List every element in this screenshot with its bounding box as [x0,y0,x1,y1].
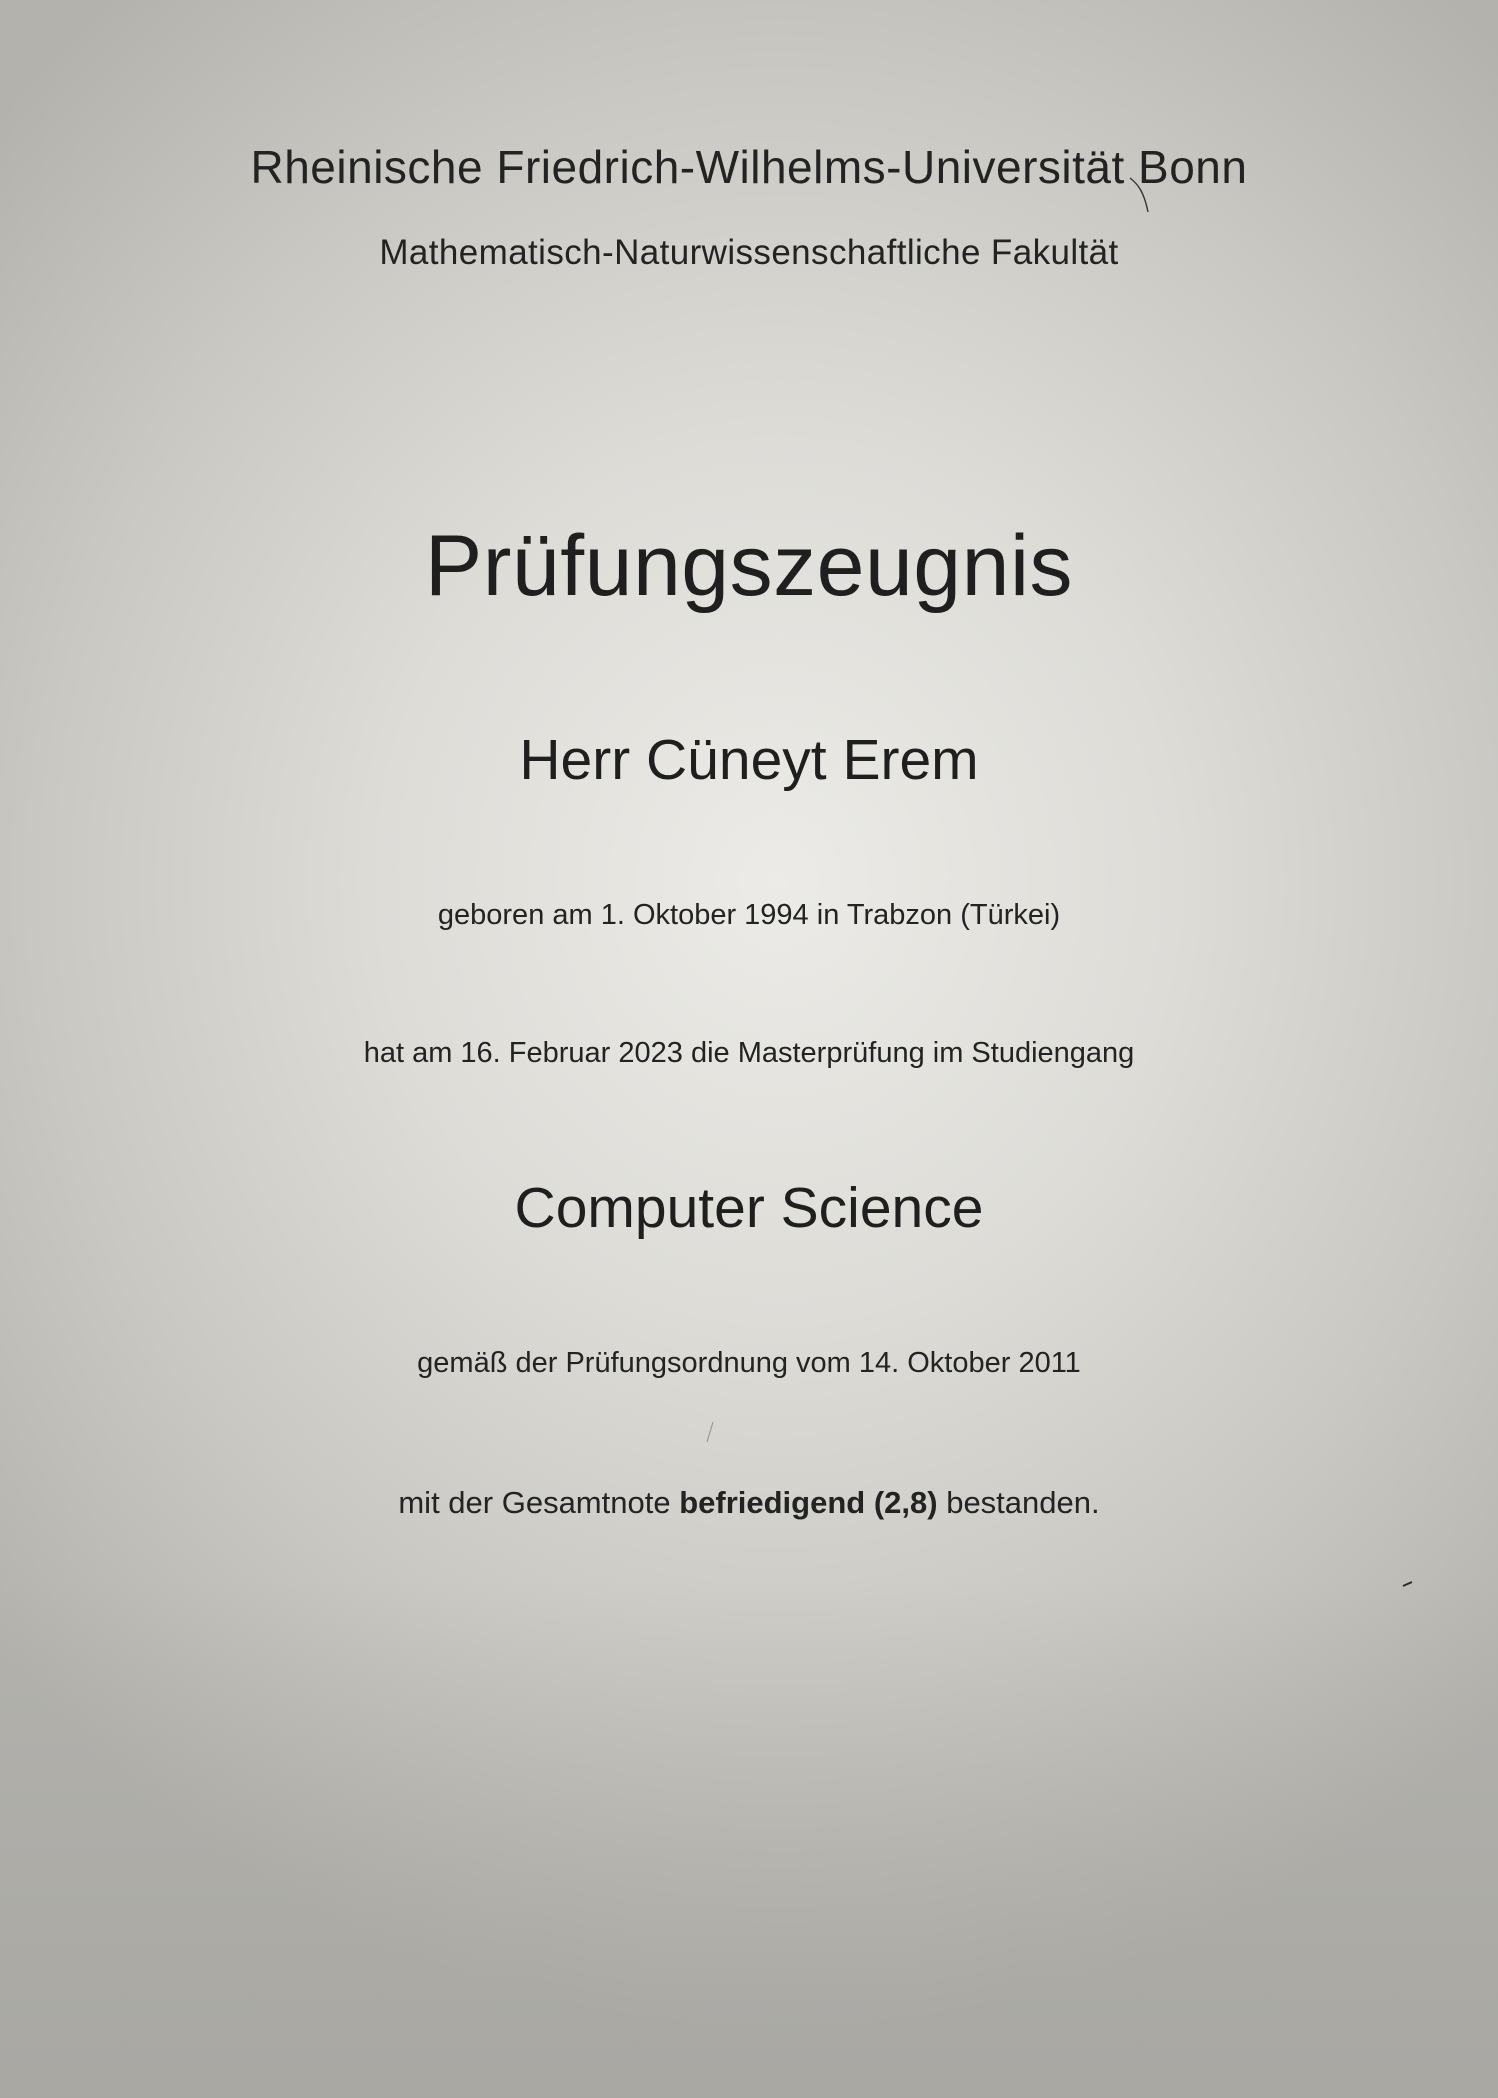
grade-suffix: bestanden. [946,1485,1100,1520]
university-name: Rheinische Friedrich-Wilhelms-Universitä… [250,141,1248,193]
ink-stroke-mark [1129,177,1149,213]
exam-statement: hat am 16. Februar 2023 die Masterprüfun… [363,1037,1135,1069]
certificate-page: Rheinische Friedrich-Wilhelms-Universitä… [0,0,1498,2098]
recipient-name: Herr Cüneyt Erem [519,728,979,792]
small-ink-dot [1402,1581,1413,1587]
grade-prefix: mit der Gesamtnote [398,1485,671,1520]
document-title: Prüfungszeugnis [424,518,1074,614]
grade-value: befriedigend (2,8) [679,1485,938,1520]
birth-details: geboren am 1. Oktober 1994 in Trabzon (T… [437,899,1061,931]
overall-grade-statement: mit der Gesamtnote befriedigend (2,8) be… [0,1485,1498,1521]
exam-regulation: gemäß der Prüfungsordnung vom 14. Oktobe… [417,1347,1081,1379]
study-program: Computer Science [514,1176,984,1240]
faculty-name: Mathematisch-Naturwissenschaftliche Faku… [379,233,1119,272]
faint-pencil-mark [706,1421,714,1443]
